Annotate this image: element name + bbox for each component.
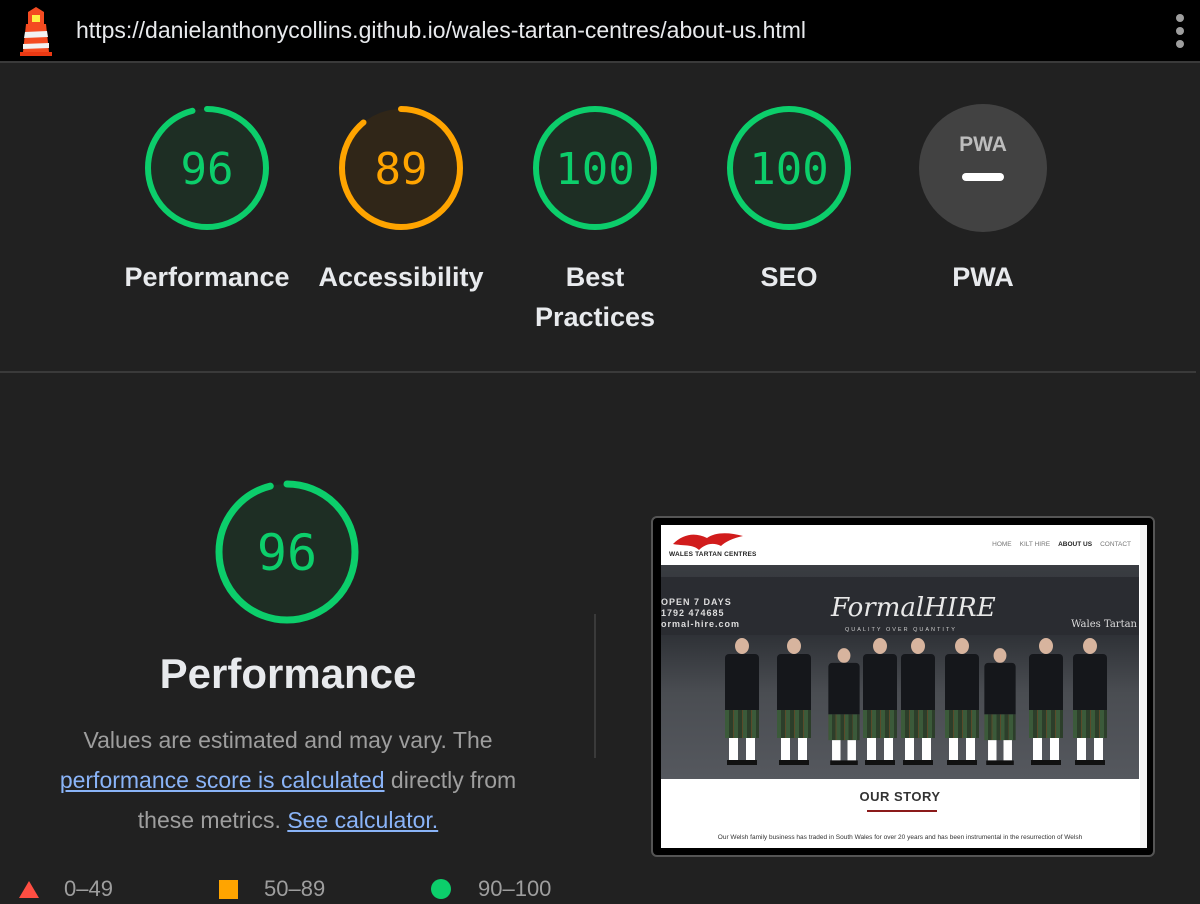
gauge-seo[interactable]: 100 SEO: [694, 103, 884, 297]
gauge-ring: 100: [533, 106, 657, 230]
shop-banner: OPEN 7 DAYS 1792 474685 ormal-hire.com F…: [661, 577, 1139, 635]
gauge-label: Performance: [124, 262, 290, 292]
photo-person: [984, 648, 1016, 765]
screenshot-viewport: WALES TARTAN CENTRES HOME KILT HIRE ABOU…: [661, 525, 1147, 848]
performance-score: 96: [257, 524, 317, 582]
desc-text: Values are estimated and may vary. The: [83, 727, 493, 753]
pwa-badge-text: PWA: [959, 133, 1007, 156]
page-screenshot[interactable]: WALES TARTAN CENTRES HOME KILT HIRE ABOU…: [651, 516, 1155, 857]
site-nav-about: ABOUT US: [1058, 541, 1093, 548]
photo-person: [828, 648, 860, 765]
gauge-label-line: Best: [565, 262, 625, 292]
gauge-score: 89: [375, 144, 428, 195]
story-text: Our Welsh family business has traded in …: [717, 834, 1083, 841]
kebab-menu-icon[interactable]: [1174, 14, 1186, 48]
score-gauges: 96 Performance 89 Accessibility 100 Best…: [0, 63, 1196, 373]
banner-formal: FormalHIRE: [831, 593, 996, 623]
gauge-ring: 89: [339, 106, 463, 230]
gauge-label-line: Practices: [534, 302, 656, 332]
gauge-ring: 100: [727, 106, 851, 230]
legend-range: 90–100: [478, 876, 552, 901]
gauge-best-practices[interactable]: 100 Best Practices: [500, 103, 690, 337]
gauge-score: 100: [555, 144, 634, 195]
gauge-score: 100: [749, 144, 828, 195]
photo-person: [777, 638, 811, 765]
page-url[interactable]: https://danielanthonycollins.github.io/w…: [76, 17, 806, 44]
legend-range: 50–89: [264, 876, 326, 901]
gauge-accessibility[interactable]: 89 Accessibility: [306, 103, 496, 297]
banner-line: ormal-hire.com: [661, 619, 741, 629]
performance-title: Performance: [159, 650, 417, 697]
score-calculated-link[interactable]: performance score is calculated: [60, 767, 385, 793]
heading-underline: [867, 810, 937, 812]
pwa-badge-icon: PWA: [919, 104, 1047, 232]
banner-line: 1792 474685: [661, 608, 725, 618]
legend-average: 50–89: [218, 874, 325, 904]
legend-fail: 0–49: [18, 874, 113, 904]
photo-person: [1073, 638, 1107, 765]
photo-person: [1029, 638, 1063, 765]
screenshot-scrollbar: [1140, 525, 1147, 848]
circle-icon: [431, 879, 451, 899]
site-nav-kilt-hire: KILT HIRE: [1019, 541, 1051, 548]
site-brand: WALES TARTAN CENTRES: [669, 551, 757, 558]
gauge-label: PWA: [952, 262, 1014, 292]
site-nav-links: HOME KILT HIRE ABOUT US CONTACT: [992, 541, 1131, 548]
hero-photo: OPEN 7 DAYS 1792 474685 ormal-hire.com F…: [661, 565, 1139, 779]
gauge-score: 96: [181, 144, 234, 195]
photo-person: [725, 638, 759, 765]
photo-person: [901, 638, 935, 765]
our-story-heading: OUR STORY: [859, 789, 941, 804]
gauge-label: Accessibility: [318, 262, 484, 292]
triangle-icon: [19, 881, 39, 898]
lighthouse-icon[interactable]: [18, 6, 54, 56]
gauge-pwa[interactable]: PWA PWA: [888, 103, 1078, 297]
site-nav-home: HOME: [992, 541, 1012, 548]
dragon-logo-icon: [673, 533, 743, 550]
top-bar: https://danielanthonycollins.github.io/w…: [0, 0, 1200, 63]
desc-text: directly from: [390, 767, 517, 793]
vertical-divider: [594, 614, 596, 758]
see-calculator-link[interactable]: See calculator.: [287, 807, 438, 833]
performance-description: Values are estimated and may vary. The p…: [30, 720, 546, 840]
legend-pass: 90–100: [430, 874, 551, 904]
desc-text: these metrics.: [137, 807, 288, 833]
banner-line: OPEN 7 DAYS: [661, 597, 732, 607]
legend-range: 0–49: [64, 876, 113, 901]
banner-tartan: Wales Tartan: [1071, 619, 1137, 630]
performance-gauge: 96: [215, 480, 359, 624]
gauge-label: SEO: [760, 262, 818, 292]
square-icon: [219, 880, 238, 899]
photo-person: [863, 638, 897, 765]
banner-open: OPEN 7 DAYS 1792 474685 ormal-hire.com: [661, 597, 740, 630]
site-header: WALES TARTAN CENTRES HOME KILT HIRE ABOU…: [661, 525, 1147, 567]
photo-person: [945, 638, 979, 765]
gauge-performance[interactable]: 96 Performance: [112, 103, 302, 297]
site-nav-contact: CONTACT: [1100, 541, 1131, 548]
gauge-label: Best Practices: [500, 257, 690, 337]
gauge-ring: 96: [145, 106, 269, 230]
banner-sub: QUALITY OVER QUANTITY: [845, 627, 957, 633]
